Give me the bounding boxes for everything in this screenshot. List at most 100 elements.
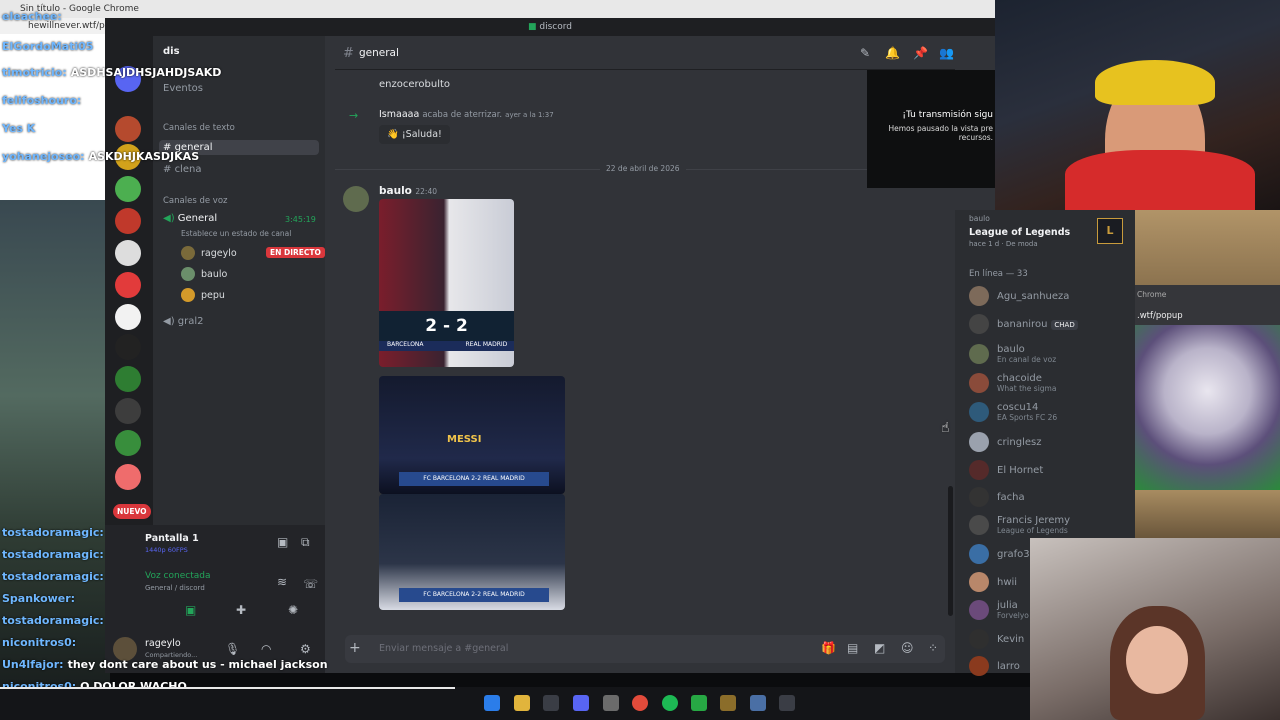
image-attachment[interactable]: MESSI FC BARCELONA 2-2 REAL MADRID (379, 376, 565, 494)
disconnect-icon[interactable]: ☏ (303, 577, 318, 591)
activity-icon[interactable]: ✚ (236, 603, 246, 617)
member-item[interactable]: cringlesz (969, 432, 1041, 452)
cat-video (1135, 325, 1280, 490)
wave-label: ¡Saluda! (401, 129, 442, 140)
gift-icon[interactable]: 🎁 (821, 641, 836, 655)
app-icon[interactable] (750, 695, 766, 711)
popup-url[interactable]: .wtf/popup (1137, 311, 1183, 321)
avatar[interactable] (343, 186, 369, 212)
text-category[interactable]: Canales de texto (163, 123, 235, 133)
app-icon[interactable] (720, 695, 736, 711)
member-item[interactable]: julia Forvelyo (969, 600, 1029, 620)
user-panel: Pantalla 1 1440p 60FPS ▣ ⧉ Voz conectada… (105, 525, 325, 673)
channel-clena[interactable]: # clena (163, 164, 201, 175)
server-icon[interactable] (115, 398, 141, 424)
server-icon[interactable] (115, 430, 141, 456)
server-icon[interactable] (115, 176, 141, 202)
server-icon[interactable] (115, 366, 141, 392)
popout-icon[interactable]: ⧉ (301, 535, 310, 550)
member-item[interactable]: El Hornet (969, 460, 1043, 480)
members-icon[interactable]: 👥 (939, 46, 954, 60)
member-item[interactable]: facha (969, 487, 1025, 507)
message-author[interactable]: baulo (379, 185, 412, 197)
app-icon[interactable] (691, 695, 707, 711)
voice-user[interactable]: pepu (181, 288, 225, 302)
message-input[interactable]: Enviar mensaje a #general (379, 643, 508, 654)
member-item[interactable]: larro (969, 656, 1020, 676)
live-badge[interactable]: EN DIRECTO (266, 247, 325, 258)
emoji-icon[interactable]: ☺ (901, 641, 914, 655)
wave-button[interactable]: 👋 ¡Saluda! (379, 125, 450, 144)
member-item[interactable]: bananirou CHAD (969, 314, 1078, 334)
voice-connected[interactable]: Voz conectada (145, 571, 210, 581)
app-icon[interactable] (779, 695, 795, 711)
chrome-icon[interactable] (632, 695, 648, 711)
headphones-icon[interactable]: ◠ (261, 642, 271, 656)
stream-notice-body: Hemos pausado la vista pre (888, 124, 994, 133)
chat-user: tostadoramagic: (2, 548, 104, 561)
folder-icon[interactable] (514, 695, 530, 711)
mic-icon[interactable]: 🎙 (225, 642, 240, 656)
server-icon[interactable] (115, 208, 141, 234)
voice-user[interactable]: rageylo (181, 246, 237, 260)
pin-icon[interactable]: 📌 (913, 46, 928, 60)
chat-line: ElGordoMati05 (2, 40, 93, 53)
discord-icon[interactable] (573, 695, 589, 711)
apps-icon[interactable]: ⁘ (928, 641, 938, 655)
sticker-icon[interactable]: ◩ (874, 641, 885, 655)
server-name[interactable]: dis (163, 46, 180, 57)
server-icon[interactable] (115, 116, 141, 142)
server-icon[interactable] (115, 334, 141, 360)
app-icon[interactable] (543, 695, 559, 711)
soundboard-icon[interactable]: ✺ (288, 603, 298, 617)
member-item[interactable]: Kevin (969, 629, 1024, 649)
team-right: REAL MADRID (465, 341, 508, 348)
app-icon[interactable] (603, 695, 619, 711)
activity-game[interactable]: League of Legends (969, 227, 1070, 238)
voice-category[interactable]: Canales de voz (163, 196, 227, 206)
member-item[interactable]: Agu_sanhueza (969, 286, 1069, 306)
server-icon[interactable] (115, 464, 141, 490)
channel-label: clena (174, 164, 202, 175)
new-badge[interactable]: NUEVO (113, 504, 151, 519)
league-icon[interactable]: L (1097, 218, 1123, 244)
member-item[interactable]: baulo En canal de voz (969, 344, 1056, 364)
discord-title: discord (539, 22, 572, 32)
noise-icon[interactable]: ≋ (277, 575, 287, 589)
voice-channel-general[interactable]: ◀) General (163, 213, 217, 224)
member-item[interactable]: Francis Jeremy League of Legends (969, 515, 1070, 535)
user-name[interactable]: rageylo (145, 638, 181, 649)
message-composer[interactable]: + Enviar mensaje a #general 🎁 ▤ ◩ ☺ ⁘ (345, 635, 945, 663)
cursor-icon: ☝ (941, 420, 950, 436)
channel-label: gral2 (177, 316, 204, 327)
server-icon[interactable] (115, 272, 141, 298)
bell-icon[interactable]: 🔔 (885, 46, 900, 60)
gear-icon[interactable]: ⚙ (300, 642, 311, 656)
screen-icon[interactable]: ▣ (277, 535, 288, 549)
avatar (969, 515, 989, 535)
voice-user[interactable]: baulo (181, 267, 227, 281)
stream-notice-body: recursos. (958, 133, 993, 142)
gif-icon[interactable]: ▤ (847, 641, 858, 655)
member-item[interactable]: hwii (969, 572, 1017, 592)
spotify-icon[interactable] (662, 695, 678, 711)
join-user[interactable]: Ismaaaa (379, 109, 419, 120)
server-icon[interactable] (115, 304, 141, 330)
plus-icon[interactable]: + (349, 640, 361, 656)
join-arrow-icon: → (349, 109, 359, 122)
chat-user: eleachee: (2, 10, 62, 23)
member-item[interactable]: coscu14 EA Sports FC 26 (969, 402, 1057, 422)
server-icon[interactable] (115, 240, 141, 266)
image-attachment[interactable]: 2 - 2 BARCELONA REAL MADRID (379, 199, 514, 367)
image-attachment[interactable]: FC BARCELONA 2-2 REAL MADRID (379, 494, 565, 610)
member-item[interactable]: grafo3 (969, 544, 1030, 564)
windows-icon[interactable] (484, 695, 500, 711)
camera-icon[interactable]: ▣ (185, 603, 196, 617)
voice-status[interactable]: Establece un estado de canal (181, 229, 291, 238)
voice-channel-gral2[interactable]: ◀) gral2 (163, 316, 204, 327)
member-item[interactable]: chacoide What the sigma (969, 373, 1056, 393)
scrollbar[interactable] (948, 486, 953, 616)
threads-icon[interactable]: ✎ (860, 46, 870, 60)
events-link[interactable]: Eventos (163, 83, 203, 94)
chat-line: timotricio: ASDHSAJDHSJAHDJSAKD (2, 66, 221, 79)
